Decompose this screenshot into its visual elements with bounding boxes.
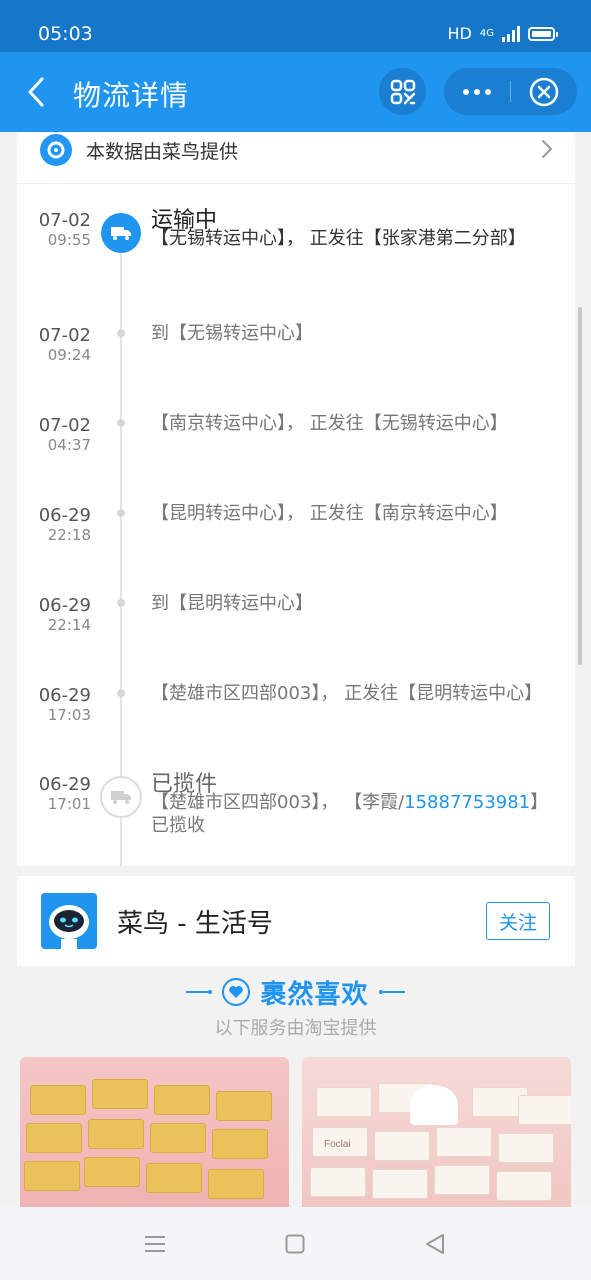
menu-icon — [145, 1236, 165, 1252]
close-button[interactable] — [511, 68, 577, 115]
decor-dash-left — [186, 990, 213, 994]
page-title: 物流详情 — [73, 79, 190, 112]
recommend-subtitle: 以下服务由淘宝提供 — [214, 1018, 377, 1039]
event-time: 22:18 — [47, 526, 91, 544]
event-date: 06-29 — [38, 774, 91, 795]
product-card[interactable] — [20, 1057, 289, 1207]
miniapp-capsule — [444, 68, 577, 115]
decor-dash-right — [378, 990, 405, 994]
event-time: 17:01 — [47, 795, 91, 813]
product-card[interactable]: Foclai — [302, 1057, 571, 1207]
more-dot-icon — [474, 88, 480, 95]
event-time: 17:03 — [47, 706, 91, 724]
back-button[interactable] — [20, 74, 52, 110]
event-time: 22:14 — [47, 616, 91, 634]
system-nav-bar — [0, 1207, 591, 1280]
system-back-button[interactable] — [420, 1229, 450, 1259]
data-provider-text: 本数据由菜鸟提供 — [86, 141, 239, 163]
event-date: 07-02 — [38, 415, 91, 436]
chevron-left-icon — [28, 77, 44, 107]
hd-indicator: HD — [447, 24, 472, 43]
more-dot-icon — [485, 88, 491, 95]
event-date: 06-29 — [38, 505, 91, 526]
product-brand: Foclai — [324, 1139, 351, 1150]
event-time: 09:24 — [47, 346, 91, 364]
more-button[interactable] — [444, 68, 510, 115]
status-bar: 05:03 HD 4G — [0, 0, 591, 52]
timeline-dot — [117, 689, 125, 697]
event-description: 【楚雄市区四部003】， 正发往【昆明转运中心】 — [151, 683, 543, 704]
truck-icon — [101, 213, 141, 253]
cainiao-robot-avatar — [41, 893, 97, 949]
scan-button[interactable] — [379, 68, 426, 115]
life-account-name: 菜鸟 - 生活号 — [117, 909, 273, 939]
event-desc-before: 【楚雄市区四部003】， 【李霞/ — [151, 792, 405, 813]
status-time: 05:03 — [38, 23, 93, 45]
home-button[interactable] — [280, 1229, 310, 1259]
event-date: 07-02 — [38, 325, 91, 346]
event-date: 07-02 — [38, 210, 91, 231]
nav-bar: 物流详情 — [0, 52, 591, 132]
logistics-card: 本数据由菜鸟提供 07-02 09:55 运输中 【无锡转运中心】， 正发往【张… — [17, 132, 575, 866]
status-indicators: HD 4G — [447, 24, 558, 43]
recommend-title: 裹然喜欢 — [260, 979, 369, 1010]
courier-phone-link[interactable]: 15887753981 — [404, 792, 530, 813]
event-description: 到【昆明转运中心】 — [151, 593, 313, 614]
scan-icon — [390, 79, 415, 104]
home-square-icon — [285, 1234, 305, 1254]
timeline-line — [120, 252, 122, 866]
menu-button[interactable] — [140, 1229, 170, 1259]
timeline-dot — [117, 419, 125, 427]
cainiao-logo-icon — [40, 134, 72, 166]
timeline-dot — [117, 509, 125, 517]
event-description: 【南京转运中心】， 正发往【无锡转运中心】 — [151, 413, 508, 434]
follow-button[interactable]: 关注 — [486, 902, 550, 940]
truck-outline-icon — [100, 776, 142, 818]
more-dot-icon — [463, 88, 469, 95]
timeline-dot — [117, 329, 125, 337]
battery-icon — [528, 26, 558, 41]
scrollbar[interactable] — [578, 307, 582, 665]
data-provider-row[interactable]: 本数据由菜鸟提供 — [17, 132, 575, 184]
signal-icon — [502, 25, 520, 42]
chevron-right-icon — [542, 140, 553, 158]
event-time: 09:55 — [47, 231, 91, 249]
recommend-header: 裹然喜欢 — [0, 972, 591, 1012]
heart-icon — [222, 978, 251, 1006]
back-triangle-icon — [426, 1234, 444, 1254]
tissue-decor — [410, 1085, 458, 1125]
event-date: 06-29 — [38, 685, 91, 706]
event-time: 04:37 — [47, 436, 91, 454]
event-description: 【楚雄市区四部003】， 【李霞/15887753981】已揽收 — [151, 791, 551, 837]
network-indicator: 4G — [479, 27, 494, 39]
timeline-dot — [117, 599, 125, 607]
close-circle-icon — [529, 77, 559, 106]
event-description: 到【无锡转运中心】 — [151, 323, 313, 344]
event-date: 06-29 — [38, 595, 91, 616]
life-account-card[interactable]: 菜鸟 - 生活号 关注 — [17, 876, 575, 966]
event-description: 【无锡转运中心】， 正发往【张家港第二分部】 — [151, 228, 526, 249]
event-description: 【昆明转运中心】， 正发往【南京转运中心】 — [151, 503, 508, 524]
